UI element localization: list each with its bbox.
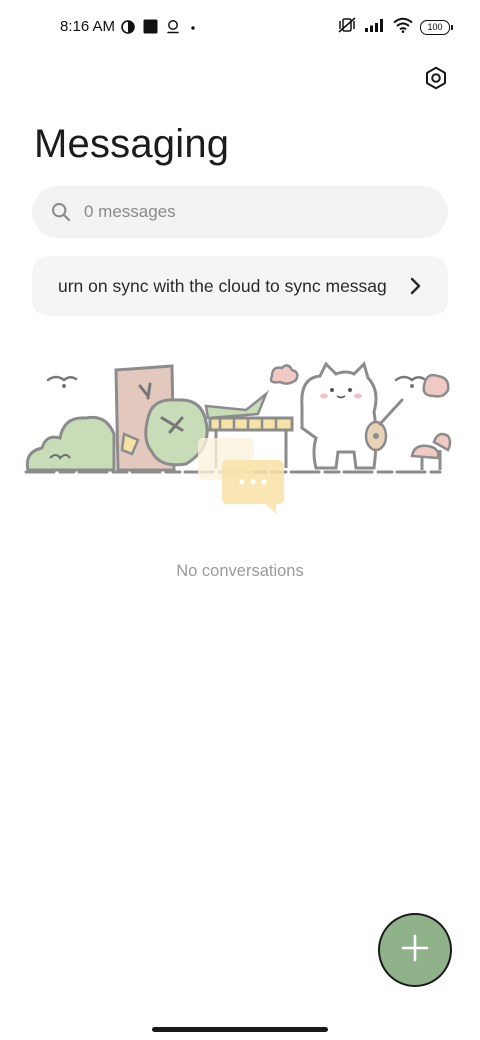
status-notification-icons [121,19,198,39]
plus-icon [401,934,429,967]
square-notification-icon [143,19,158,39]
sync-banner-text: urn on sync with the cloud to sync messa… [58,275,387,296]
page-title: Messaging [34,122,230,166]
home-indicator[interactable] [152,1027,328,1032]
empty-state-illustration [20,356,460,520]
location-icon [166,19,180,39]
data-saver-icon [121,19,135,39]
battery-indicator: 100 [420,20,453,35]
new-conversation-button[interactable] [380,915,450,985]
sync-banner[interactable]: urn on sync with the cloud to sync messa… [32,256,448,316]
muted-vibrate-icon [337,17,357,38]
settings-hexagon-icon [424,66,448,95]
dot-icon [188,20,198,38]
settings-button[interactable] [422,66,450,94]
empty-state-illustration-art [24,361,452,514]
status-bar: 8:16 AM 100 [0,0,480,56]
search-icon [50,201,72,223]
chevron-right-icon [406,276,424,296]
cellular-signal-icon [364,18,386,37]
empty-state-label: No conversations [176,562,304,580]
wifi-icon [393,17,413,38]
sync-banner-text-container: urn on sync with the cloud to sync messa… [58,276,400,297]
search-input[interactable] [82,201,406,223]
status-time: 8:16 AM [60,18,116,35]
status-system-icons: 100 [337,17,453,38]
search-bar[interactable] [32,186,448,238]
